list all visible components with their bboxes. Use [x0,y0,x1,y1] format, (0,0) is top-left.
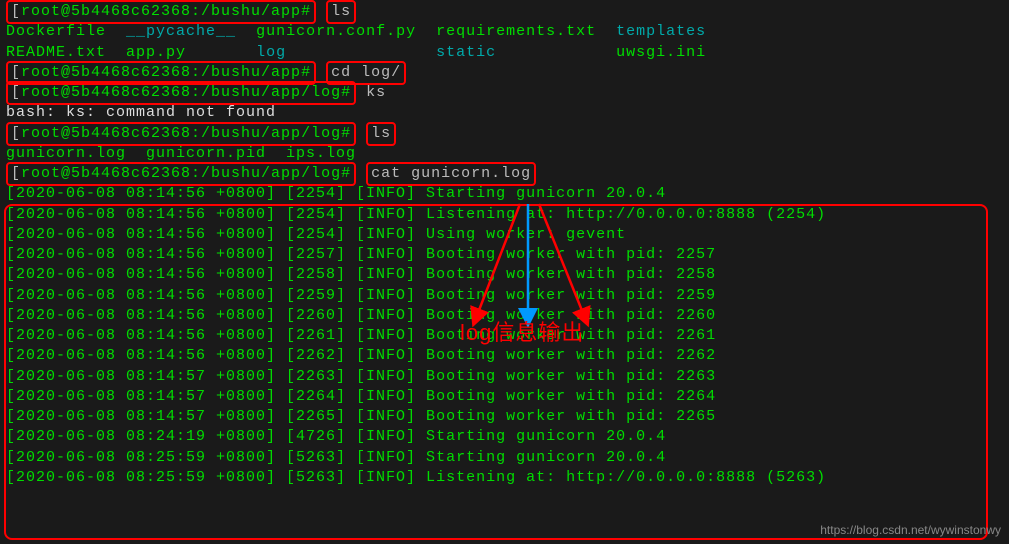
log-line: [2020-06-08 08:14:56 +0800] [2262] [INFO… [6,346,1003,366]
log-line: [2020-06-08 08:14:57 +0800] [2264] [INFO… [6,387,1003,407]
log-line: [2020-06-08 08:24:19 +0800] [4726] [INFO… [6,427,1003,447]
log-line: [2020-06-08 08:25:59 +0800] [5263] [INFO… [6,468,1003,488]
ls-output: README.txt app.py log static uwsgi.ini [6,43,1003,63]
watermark: https://blog.csdn.net/wywinstonwy [820,522,1001,538]
log-line: [2020-06-08 08:14:57 +0800] [2263] [INFO… [6,367,1003,387]
prompt-line[interactable]: [root@5b4468c62368:/bushu/app/log# ks [6,83,1003,103]
bash-error: bash: ks: command not found [6,103,1003,123]
prompt-line[interactable]: [root@5b4468c62368:/bushu/app/log# cat g… [6,164,1003,184]
ls-output: Dockerfile __pycache__ gunicorn.conf.py … [6,22,1003,42]
log-line: [2020-06-08 08:25:59 +0800] [5263] [INFO… [6,448,1003,468]
annotation-label: log信息输出 [460,318,584,348]
prompt-line[interactable]: [root@5b4468c62368:/bushu/app# cd log/ [6,63,1003,83]
arrow-red-right [525,198,605,328]
log-line: [2020-06-08 08:14:57 +0800] [2265] [INFO… [6,407,1003,427]
prompt-line[interactable]: [root@5b4468c62368:/bushu/app/log# ls [6,124,1003,144]
ls-output: gunicorn.log gunicorn.pid ips.log [6,144,1003,164]
prompt-line[interactable]: [root@5b4468c62368:/bushu/app# ls [6,2,1003,22]
